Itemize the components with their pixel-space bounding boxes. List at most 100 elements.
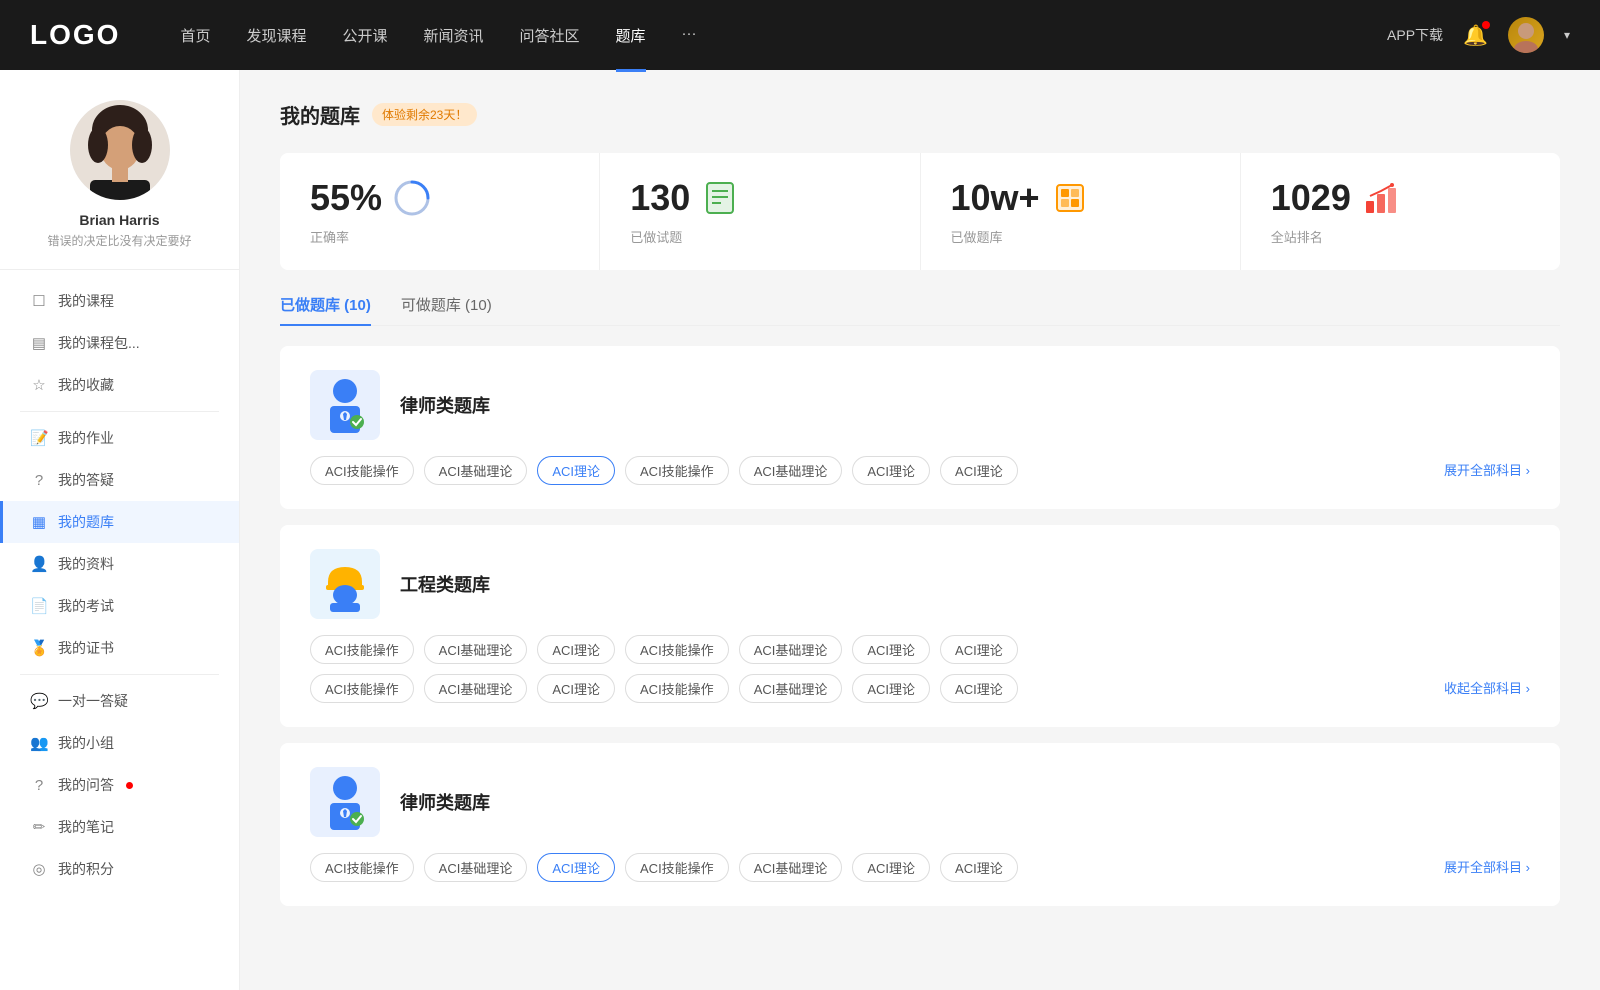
tag-e1-r2-6[interactable]: ACI理论 bbox=[940, 674, 1018, 703]
sidebar-item-cert[interactable]: 🏅 我的证书 bbox=[0, 627, 239, 669]
expand-link-lawyer2[interactable]: 展开全部科目 › bbox=[1444, 860, 1530, 875]
sidebar-label-exam: 我的考试 bbox=[58, 596, 114, 616]
trial-badge: 体验剩余23天！ bbox=[372, 103, 477, 126]
user-avatar-nav[interactable] bbox=[1508, 17, 1544, 53]
tag-l2-1[interactable]: ACI基础理论 bbox=[424, 853, 528, 882]
tag-l1-0[interactable]: ACI技能操作 bbox=[310, 456, 414, 485]
tag-e1-r1-6[interactable]: ACI理论 bbox=[940, 635, 1018, 664]
stat-ranking-label: 全站排名 bbox=[1271, 227, 1530, 246]
qbank-card-lawyer2: 律师类题库 ACI技能操作 ACI基础理论 ACI理论 ACI技能操作 ACI基… bbox=[280, 743, 1560, 906]
notes-icon: ✏ bbox=[30, 818, 48, 836]
sidebar-label-group: 我的小组 bbox=[58, 733, 114, 753]
nav-news[interactable]: 新闻资讯 bbox=[424, 21, 484, 50]
sidebar-label-oneonone: 一对一答疑 bbox=[58, 691, 128, 711]
exam-icon: 📄 bbox=[30, 597, 48, 615]
tag-l2-0[interactable]: ACI技能操作 bbox=[310, 853, 414, 882]
notification-bell[interactable]: 🔔 bbox=[1463, 23, 1488, 48]
sidebar-divider-1 bbox=[20, 411, 219, 412]
qbank-tags-lawyer1: ACI技能操作 ACI基础理论 ACI理论 ACI技能操作 ACI基础理论 AC… bbox=[310, 456, 1530, 485]
lawyer-icon-2 bbox=[320, 775, 370, 830]
avatar-image bbox=[70, 100, 170, 200]
tag-e1-r2-1[interactable]: ACI基础理论 bbox=[424, 674, 528, 703]
tag-l2-6[interactable]: ACI理论 bbox=[940, 853, 1018, 882]
stat-done-banks: 10w+ 已做题库 bbox=[921, 153, 1241, 270]
questions-icon: ? bbox=[30, 777, 48, 794]
user-menu-chevron[interactable]: ▾ bbox=[1564, 28, 1570, 42]
homework-icon: 📝 bbox=[30, 429, 48, 447]
tabs-row: 已做题库 (10) 可做题库 (10) bbox=[280, 294, 1560, 326]
tag-l1-5[interactable]: ACI理论 bbox=[852, 456, 930, 485]
tab-done-banks[interactable]: 已做题库 (10) bbox=[280, 294, 371, 325]
expand-link-engineer1[interactable]: 收起全部科目 › bbox=[1444, 681, 1530, 696]
oneonone-icon: 💬 bbox=[30, 692, 48, 710]
app-download-link[interactable]: APP下载 bbox=[1387, 25, 1443, 45]
nav-more[interactable]: ··· bbox=[682, 21, 697, 50]
nav-discover[interactable]: 发现课程 bbox=[246, 21, 306, 50]
sidebar-item-exam[interactable]: 📄 我的考试 bbox=[0, 585, 239, 627]
stat-done-banks-icon bbox=[1052, 180, 1088, 216]
qbank-tags-lawyer2: ACI技能操作 ACI基础理论 ACI理论 ACI技能操作 ACI基础理论 AC… bbox=[310, 853, 1530, 882]
tag-e1-r2-0[interactable]: ACI技能操作 bbox=[310, 674, 414, 703]
expand-link-lawyer1[interactable]: 展开全部科目 › bbox=[1444, 463, 1530, 478]
tag-l1-6[interactable]: ACI理论 bbox=[940, 456, 1018, 485]
tag-e1-r2-5[interactable]: ACI理论 bbox=[852, 674, 930, 703]
sidebar-item-coursepkg[interactable]: ▤ 我的课程包... bbox=[0, 322, 239, 364]
stat-accuracy-icon bbox=[394, 180, 430, 216]
sidebar-item-points[interactable]: ◎ 我的积分 bbox=[0, 848, 239, 890]
sidebar-item-homework[interactable]: 📝 我的作业 bbox=[0, 417, 239, 459]
sidebar-item-questions[interactable]: ? 我的问答 bbox=[0, 764, 239, 806]
tag-l1-4[interactable]: ACI基础理论 bbox=[739, 456, 843, 485]
sidebar-label-course: 我的课程 bbox=[58, 291, 114, 311]
tag-l2-3[interactable]: ACI技能操作 bbox=[625, 853, 729, 882]
tab-todo-banks[interactable]: 可做题库 (10) bbox=[401, 294, 492, 325]
tag-e1-r1-0[interactable]: ACI技能操作 bbox=[310, 635, 414, 664]
nav-qa[interactable]: 问答社区 bbox=[520, 21, 580, 50]
tag-e1-r1-3[interactable]: ACI技能操作 bbox=[625, 635, 729, 664]
sidebar-item-myqa[interactable]: ? 我的答疑 bbox=[0, 459, 239, 501]
sidebar-menu: ☐ 我的课程 ▤ 我的课程包... ☆ 我的收藏 📝 我的作业 ? 我的答疑 ▦ bbox=[0, 280, 239, 890]
sidebar-label-questions: 我的问答 bbox=[58, 775, 114, 795]
sidebar-item-qbank[interactable]: ▦ 我的题库 bbox=[0, 501, 239, 543]
sidebar-item-group[interactable]: 👥 我的小组 bbox=[0, 722, 239, 764]
tag-l1-1[interactable]: ACI基础理论 bbox=[424, 456, 528, 485]
sidebar-label-notes: 我的笔记 bbox=[58, 817, 114, 837]
sidebar-item-oneonone[interactable]: 💬 一对一答疑 bbox=[0, 680, 239, 722]
sidebar-label-favorites: 我的收藏 bbox=[58, 375, 114, 395]
stat-done-banks-top: 10w+ bbox=[951, 177, 1210, 219]
tag-e1-r1-2[interactable]: ACI理论 bbox=[537, 635, 615, 664]
qbank-icon: ▦ bbox=[30, 513, 48, 531]
questions-red-dot bbox=[126, 782, 133, 789]
tag-e1-r2-3[interactable]: ACI技能操作 bbox=[625, 674, 729, 703]
avatar-image-nav bbox=[1508, 17, 1544, 53]
sidebar: Brian Harris 错误的决定比没有决定要好 ☐ 我的课程 ▤ 我的课程包… bbox=[0, 70, 240, 990]
nav-qbank[interactable]: 题库 bbox=[616, 21, 646, 50]
tag-l1-2[interactable]: ACI理论 bbox=[537, 456, 615, 485]
sidebar-label-coursepkg: 我的课程包... bbox=[58, 333, 140, 353]
nav-opencourse[interactable]: 公开课 bbox=[342, 21, 387, 50]
tag-e1-r2-2[interactable]: ACI理论 bbox=[537, 674, 615, 703]
tag-l2-4[interactable]: ACI基础理论 bbox=[739, 853, 843, 882]
sidebar-item-notes[interactable]: ✏ 我的笔记 bbox=[0, 806, 239, 848]
main-content: 我的题库 体验剩余23天！ 55% 正确率 bbox=[240, 70, 1600, 990]
tag-e1-r2-4[interactable]: ACI基础理论 bbox=[739, 674, 843, 703]
tag-l2-2[interactable]: ACI理论 bbox=[537, 853, 615, 882]
tag-l2-5[interactable]: ACI理论 bbox=[852, 853, 930, 882]
stat-done-questions-icon bbox=[702, 180, 738, 216]
favorites-icon: ☆ bbox=[30, 376, 48, 394]
qbank-title-lawyer2: 律师类题库 bbox=[400, 789, 490, 815]
tag-e1-r1-5[interactable]: ACI理论 bbox=[852, 635, 930, 664]
stat-done-questions-value: 130 bbox=[630, 177, 690, 219]
qbank-card-engineer1: 工程类题库 ACI技能操作 ACI基础理论 ACI理论 ACI技能操作 ACI基… bbox=[280, 525, 1560, 727]
tag-e1-r1-4[interactable]: ACI基础理论 bbox=[739, 635, 843, 664]
sidebar-item-profile[interactable]: 👤 我的资料 bbox=[0, 543, 239, 585]
sidebar-item-favorites[interactable]: ☆ 我的收藏 bbox=[0, 364, 239, 406]
tag-e1-r1-1[interactable]: ACI基础理论 bbox=[424, 635, 528, 664]
sidebar-label-cert: 我的证书 bbox=[58, 638, 114, 658]
tag-l1-3[interactable]: ACI技能操作 bbox=[625, 456, 729, 485]
group-icon: 👥 bbox=[30, 734, 48, 752]
sidebar-label-myqa: 我的答疑 bbox=[58, 470, 114, 490]
nav-home[interactable]: 首页 bbox=[180, 21, 210, 50]
sidebar-item-course[interactable]: ☐ 我的课程 bbox=[0, 280, 239, 322]
expand-area-lawyer1: 展开全部科目 › bbox=[1444, 456, 1530, 480]
qbank-title-engineer1: 工程类题库 bbox=[400, 571, 490, 597]
